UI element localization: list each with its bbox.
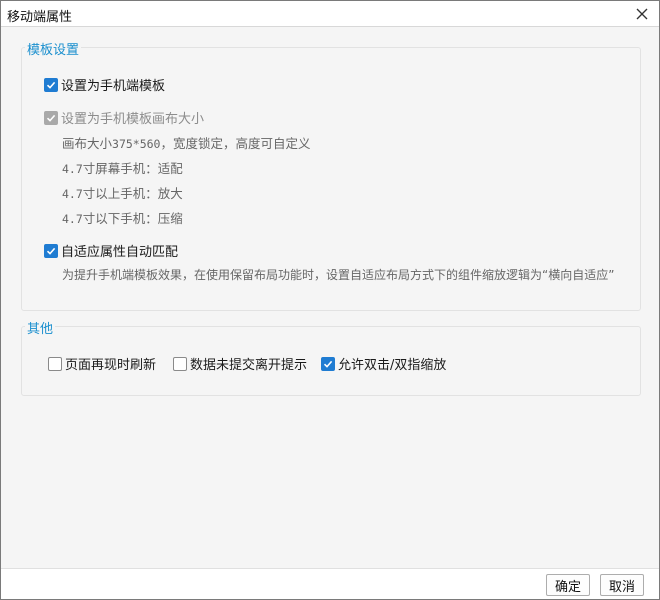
auto-match-option[interactable]: 自适应属性自动匹配 <box>44 241 178 260</box>
screen-note-text: 寸以下手机：压缩 <box>82 211 183 226</box>
allow-zoom-checkbox[interactable] <box>321 356 335 371</box>
dialog-footer: 确定 取消 <box>1 568 659 599</box>
dialog-title: 移动端属性 <box>7 10 73 25</box>
title-bar: 移动端属性 <box>1 1 659 27</box>
cancel-button[interactable]: 取消 <box>600 574 644 596</box>
leave-prompt-label: 数据未提交离开提示 <box>190 358 308 373</box>
mobile-properties-dialog: 移动端属性 模板设置 设置为手机端模板 设置为手机模板画布大小 画布大小375*… <box>0 0 660 600</box>
other-group-title: 其他 <box>25 318 56 337</box>
canvas-note-suffix: ，宽度锁定，高度可自定义 <box>160 136 311 151</box>
refresh-on-reappear-checkbox[interactable] <box>48 356 62 371</box>
auto-match-note: 为提升手机端模板效果，在使用保留布局功能时，设置自适应布局方式下的组件缩放逻辑为… <box>62 268 615 282</box>
screen-note-text: 寸以上手机：放大 <box>82 186 183 201</box>
dialog-body: 模板设置 设置为手机端模板 设置为手机模板画布大小 画布大小375*560，宽度… <box>1 28 659 568</box>
refresh-on-reappear-option[interactable]: 页面再现时刷新 <box>48 354 156 373</box>
screen-size-value: 4.7 <box>62 162 83 176</box>
close-button[interactable] <box>631 3 653 25</box>
check-icon <box>46 81 56 89</box>
use-mobile-template-option[interactable]: 设置为手机端模板 <box>44 75 165 94</box>
allow-zoom-label: 允许双击/双指缩放 <box>338 358 447 373</box>
auto-match-label: 自适应属性自动匹配 <box>61 245 179 260</box>
use-mobile-template-label: 设置为手机端模板 <box>61 79 166 94</box>
refresh-on-reappear-label: 页面再现时刷新 <box>65 358 157 373</box>
leave-prompt-option[interactable]: 数据未提交离开提示 <box>173 354 307 373</box>
check-icon <box>46 247 56 255</box>
canvas-size-option: 设置为手机模板画布大小 <box>44 108 204 127</box>
use-mobile-template-checkbox[interactable] <box>44 77 58 92</box>
screen-size-value: 4.7 <box>62 187 83 201</box>
canvas-size-note: 画布大小375*560，宽度锁定，高度可自定义 <box>62 133 311 152</box>
screen-note-fit: 4.7寸屏幕手机：适配 <box>62 158 183 177</box>
screen-note-shrink: 4.7寸以下手机：压缩 <box>62 208 183 227</box>
canvas-note-size: 375*560 <box>112 137 161 151</box>
canvas-note-prefix: 画布大小 <box>62 136 113 151</box>
canvas-size-label: 设置为手机模板画布大小 <box>61 112 205 127</box>
check-icon <box>46 114 56 122</box>
allow-zoom-option[interactable]: 允许双击/双指缩放 <box>321 354 446 373</box>
screen-note-text: 寸屏幕手机：适配 <box>82 161 183 176</box>
canvas-size-checkbox <box>44 110 58 125</box>
screen-size-value: 4.7 <box>62 212 83 226</box>
check-icon <box>323 360 333 368</box>
screen-note-enlarge: 4.7寸以上手机：放大 <box>62 183 183 202</box>
template-settings-title: 模板设置 <box>25 39 82 58</box>
auto-match-checkbox[interactable] <box>44 243 58 258</box>
leave-prompt-checkbox[interactable] <box>173 356 187 371</box>
close-icon <box>636 8 648 20</box>
ok-button[interactable]: 确定 <box>546 574 590 596</box>
